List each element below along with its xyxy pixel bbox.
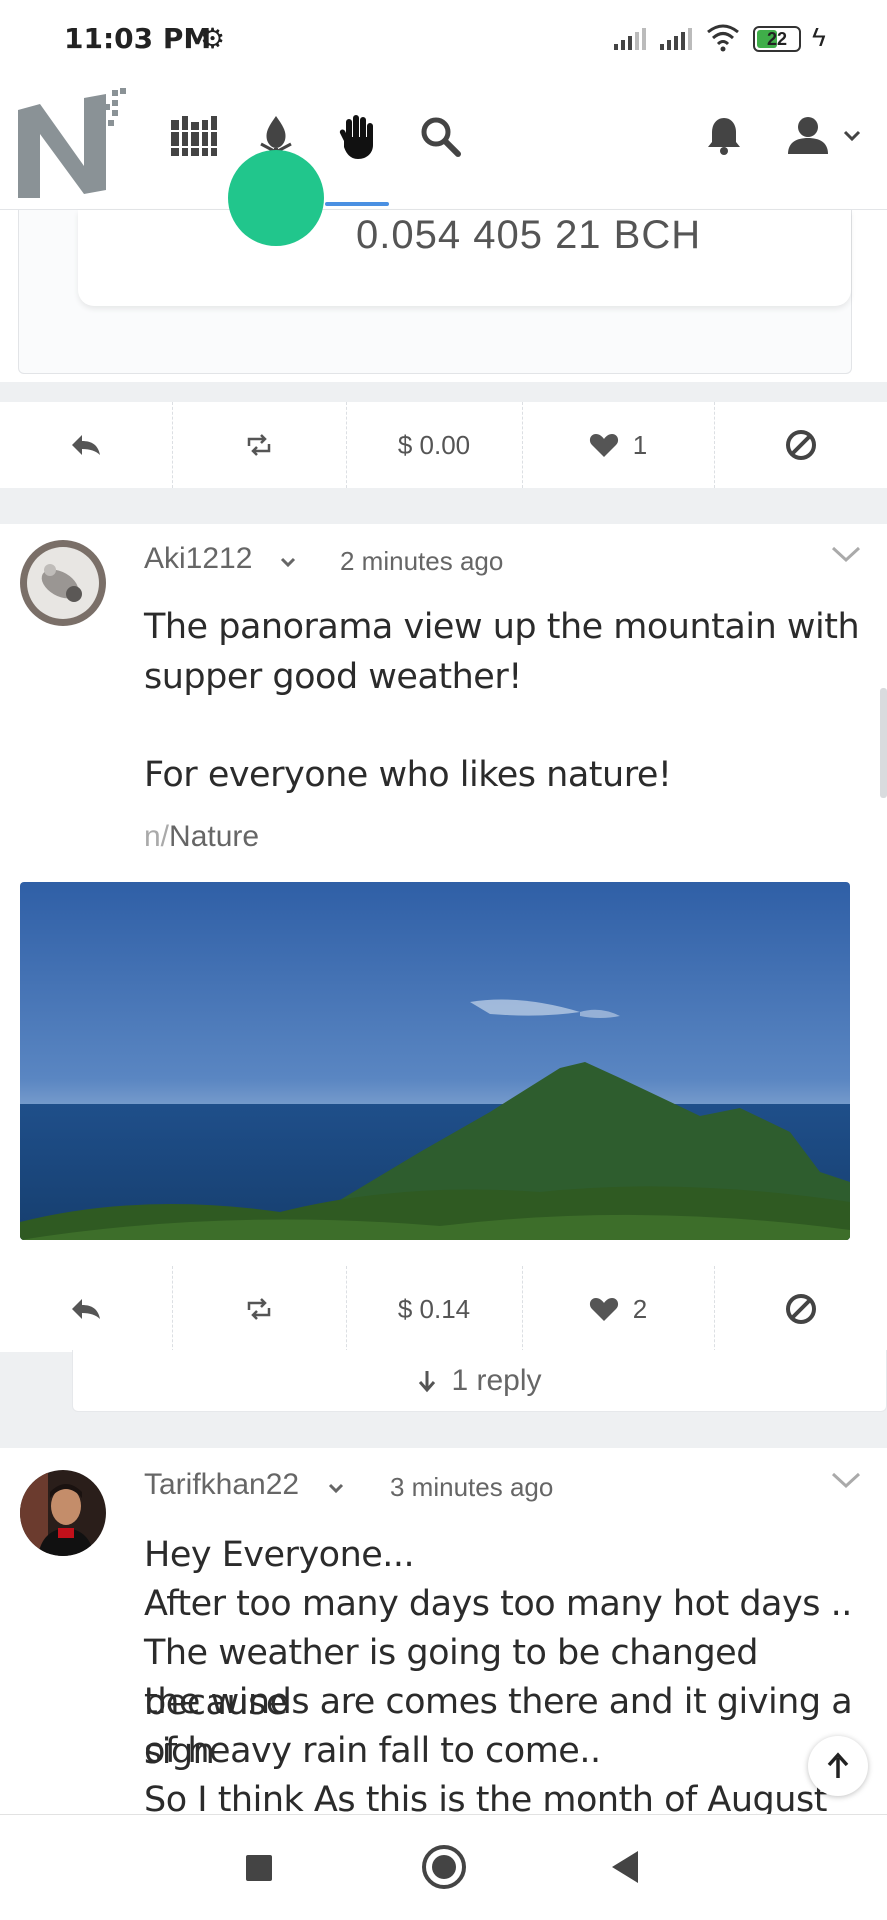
repost-icon [247, 1298, 271, 1320]
community-prefix: n/ [144, 820, 170, 853]
scroll-to-top-button[interactable] [808, 1736, 868, 1796]
app-header [0, 78, 887, 210]
signal-icon-2 [660, 28, 692, 50]
tip-amount: $ 0.00 [397, 429, 471, 460]
post-divider [0, 488, 887, 524]
post-text-line: of heavy rain fall to come.. [144, 1731, 601, 1771]
charging-icon: ϟ [812, 22, 826, 52]
heart-icon [589, 434, 618, 457]
heart-icon [589, 1298, 618, 1321]
repost-button[interactable] [172, 1266, 346, 1352]
arrow-down-icon [419, 1370, 436, 1392]
library-icon[interactable] [168, 110, 220, 162]
block-icon [785, 430, 816, 460]
avatar[interactable] [20, 540, 106, 626]
like-button[interactable]: 2 [522, 1266, 714, 1352]
post-text-line: After too many days too many hot days .. [144, 1584, 852, 1624]
community-name: Nature [169, 820, 260, 853]
post-text-line: So I think As this is the month of Augus… [144, 1780, 827, 1814]
post-username[interactable]: Tarifkhan22 [144, 1468, 299, 1502]
like-count: 2 [632, 1293, 648, 1324]
reply-button[interactable] [0, 1266, 172, 1352]
post-menu-chevron-icon[interactable] [830, 544, 862, 564]
wallet-card: 0.054 405 21 BCH [78, 150, 851, 306]
chevron-down-icon[interactable] [326, 1478, 346, 1498]
post-card: Aki1212 2 minutes ago The panorama view … [0, 524, 887, 1350]
block-button[interactable] [714, 402, 887, 488]
user-menu-icon[interactable] [780, 110, 870, 162]
post-card: Tarifkhan22 3 minutes ago Hey Everyone..… [0, 1448, 887, 1814]
back-button[interactable] [612, 1851, 638, 1883]
clock: 11:03 PM [64, 22, 212, 55]
bch-coin-icon [228, 150, 324, 246]
previous-post-embed: 0.054 405 21 BCH [0, 150, 887, 382]
recent-apps-button[interactable] [246, 1855, 272, 1881]
battery-level: 22 [766, 29, 788, 49]
like-button[interactable]: 1 [522, 402, 714, 488]
repost-button[interactable] [172, 402, 346, 488]
post-image[interactable] [20, 882, 850, 1240]
system-navigation-bar [0, 1814, 887, 1920]
wifi-icon [707, 24, 739, 52]
post-actions: $ 0.00 1 [0, 402, 887, 488]
active-tab-indicator [325, 202, 389, 206]
post-username[interactable]: Aki1212 [144, 542, 252, 576]
post-actions: $ 0.14 2 [0, 1266, 887, 1352]
post-text-line: For everyone who likes nature! [144, 755, 672, 795]
arrow-up-icon [827, 1752, 849, 1778]
bell-icon[interactable] [698, 110, 750, 162]
noise-logo-icon[interactable] [16, 86, 131, 198]
scrollbar[interactable] [880, 688, 887, 798]
community-tag[interactable]: n/Nature [144, 820, 259, 854]
status-bar: 11:03 PM ⚙ 22 ϟ [0, 0, 887, 78]
block-icon [785, 1294, 816, 1324]
post-text-line: Hey Everyone... [144, 1535, 415, 1575]
block-button[interactable] [714, 1266, 887, 1352]
view-replies-button[interactable]: 1 reply [72, 1350, 887, 1412]
wallet-amount: 0.054 405 21 BCH [356, 213, 702, 257]
like-count: 1 [632, 429, 648, 460]
tip-button[interactable]: $ 0.00 [346, 402, 522, 488]
chevron-down-icon[interactable] [278, 552, 298, 572]
tip-amount: $ 0.14 [397, 1293, 471, 1324]
reply-count: 1 reply [451, 1363, 542, 1397]
repost-icon [247, 434, 271, 456]
hand-icon[interactable] [332, 110, 384, 162]
battery-icon: 22 [753, 26, 801, 52]
tip-button[interactable]: $ 0.14 [346, 1266, 522, 1352]
reply-icon [72, 1299, 100, 1319]
avatar[interactable] [20, 1470, 106, 1556]
post-text-line: The panorama view up the mountain with [144, 607, 860, 647]
search-icon[interactable] [414, 110, 466, 162]
home-button[interactable] [422, 1845, 466, 1889]
signal-icon [614, 28, 646, 50]
reply-button[interactable] [0, 402, 172, 488]
post-menu-chevron-icon[interactable] [830, 1470, 862, 1490]
settings-gear-icon: ⚙ [200, 23, 226, 54]
post-timestamp[interactable]: 3 minutes ago [390, 1472, 553, 1503]
post-text-line: supper good weather! [144, 657, 522, 697]
reply-icon [72, 435, 100, 455]
post-timestamp[interactable]: 2 minutes ago [340, 546, 503, 577]
